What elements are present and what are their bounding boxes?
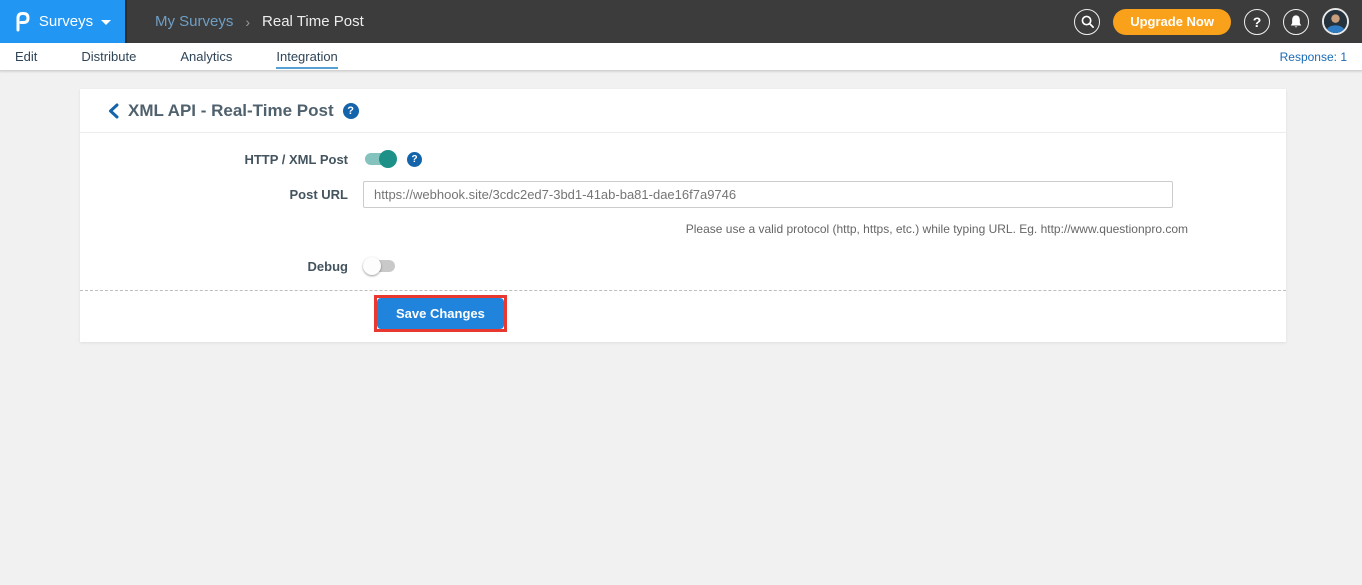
- debug-label: Debug: [80, 259, 363, 274]
- question-mark-icon: ?: [1253, 14, 1262, 30]
- top-navbar: Surveys My Surveys › Real Time Post Upgr…: [0, 0, 1362, 43]
- title-help-icon[interactable]: ?: [343, 103, 359, 119]
- http-xml-post-label: HTTP / XML Post: [80, 152, 363, 167]
- surveys-product-menu[interactable]: Surveys: [0, 0, 127, 43]
- avatar-photo: [1324, 10, 1347, 33]
- breadcrumb-separator-icon: ›: [245, 14, 250, 30]
- response-count-link[interactable]: Response: 1: [1280, 50, 1347, 64]
- toggle-knob: [363, 257, 381, 275]
- breadcrumb-current-survey: Real Time Post: [262, 13, 364, 30]
- help-button[interactable]: ?: [1244, 9, 1270, 35]
- debug-toggle[interactable]: [363, 256, 397, 276]
- notifications-button[interactable]: [1283, 9, 1309, 35]
- breadcrumb-my-surveys[interactable]: My Surveys: [155, 13, 233, 30]
- post-url-hint-row: Please use a valid protocol (http, https…: [378, 220, 1188, 238]
- questionpro-logo-icon: [14, 10, 31, 33]
- topbar-actions: Upgrade Now ?: [1074, 8, 1362, 35]
- http-xml-post-row: HTTP / XML Post ?: [80, 149, 1286, 169]
- tab-integration[interactable]: Integration: [276, 45, 337, 69]
- breadcrumb: My Surveys › Real Time Post: [155, 13, 364, 30]
- tab-edit[interactable]: Edit: [15, 45, 37, 69]
- search-button[interactable]: [1074, 9, 1100, 35]
- http-xml-post-controls: ?: [363, 149, 422, 169]
- back-chevron-icon[interactable]: [108, 103, 119, 119]
- xml-api-panel: XML API - Real-Time Post ? HTTP / XML Po…: [80, 89, 1286, 342]
- http-xml-post-toggle[interactable]: [363, 149, 397, 169]
- upgrade-now-button[interactable]: Upgrade Now: [1113, 9, 1231, 35]
- panel-body: HTTP / XML Post ? Post URL Please use a …: [80, 133, 1286, 290]
- save-button-highlight-annotation: Save Changes: [374, 295, 507, 332]
- post-url-hint: Please use a valid protocol (http, https…: [686, 222, 1188, 236]
- bell-icon: [1289, 14, 1303, 29]
- post-url-input[interactable]: [363, 181, 1173, 208]
- chevron-down-icon: [101, 20, 111, 25]
- panel-footer: Save Changes: [80, 291, 1286, 342]
- tab-distribute[interactable]: Distribute: [81, 45, 136, 69]
- search-icon: [1080, 14, 1095, 29]
- panel-header: XML API - Real-Time Post ?: [80, 89, 1286, 133]
- survey-tabbar: Edit Distribute Analytics Integration Re…: [0, 43, 1362, 71]
- debug-row: Debug: [80, 256, 1286, 290]
- post-url-row: Post URL: [80, 181, 1286, 208]
- user-avatar[interactable]: [1322, 8, 1349, 35]
- toggle-knob: [379, 150, 397, 168]
- product-name: Surveys: [39, 13, 93, 30]
- tab-analytics[interactable]: Analytics: [180, 45, 232, 69]
- page-title: XML API - Real-Time Post: [128, 101, 334, 121]
- http-xml-post-help-icon[interactable]: ?: [407, 152, 422, 167]
- post-url-label: Post URL: [80, 187, 363, 202]
- save-changes-button[interactable]: Save Changes: [377, 298, 504, 329]
